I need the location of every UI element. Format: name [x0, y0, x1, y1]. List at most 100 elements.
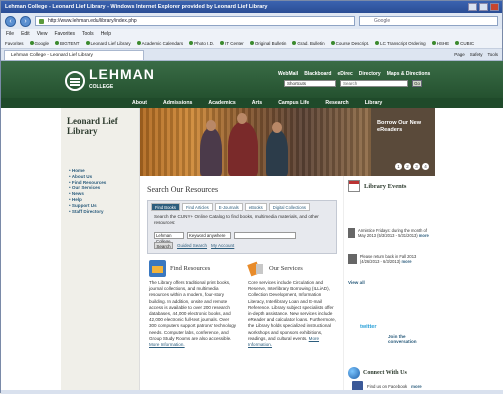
main-nav: About Admissions Academics Arts Campus L… [1, 98, 503, 108]
search-description: Search the CUNY+ Online Catalog to find … [154, 214, 319, 225]
fav-hshe[interactable]: HSHE [431, 40, 449, 46]
browser-tab[interactable]: Lehman College - Leonard Lief Library [4, 49, 144, 60]
tools-menu[interactable]: Tools [487, 52, 498, 57]
event-more-link[interactable]: more [419, 233, 429, 238]
fav-google[interactable]: Google [29, 40, 49, 46]
guided-search-link[interactable]: Guided Search [177, 242, 207, 249]
close-button[interactable] [490, 3, 499, 11]
favorites-bar: Favorites Google BIGTENT Leonard Lief Li… [1, 38, 502, 49]
slide-dot-1[interactable]: 1 [395, 163, 402, 170]
photo-head [206, 120, 216, 131]
tools-icon [248, 260, 265, 277]
catalog-search-input[interactable] [234, 232, 296, 239]
maximize-button[interactable] [479, 3, 488, 11]
site-search-input[interactable]: Search [340, 80, 408, 87]
url-field[interactable]: http://www.lehman.edu/library/index.php [35, 16, 355, 26]
fav-orig-bulletin[interactable]: Original Bulletin [249, 40, 286, 46]
favorites-button[interactable]: Favorites [5, 41, 24, 46]
event-item[interactable]: Please return back in Fall 2013 (4/26/20… [348, 254, 434, 264]
search-button[interactable]: Search [154, 242, 173, 249]
command-bar: Page Safety Tools [454, 52, 498, 57]
nav-academics[interactable]: Academics [208, 100, 235, 106]
site-search-button[interactable]: Go [412, 80, 422, 87]
shortcuts-select[interactable]: Shortcuts [284, 80, 336, 87]
tab-ejournals[interactable]: E-Journals [214, 203, 243, 211]
twitter-logo[interactable]: twitter [360, 324, 377, 330]
link-edirec[interactable]: eDirec [337, 71, 352, 77]
fav-transcript[interactable]: LC Transcript Ordering [375, 40, 426, 46]
fav-library[interactable]: Leonard Lief Library [85, 40, 131, 46]
fav-photo-id[interactable]: Photo I.D. [189, 40, 214, 46]
photo-person [228, 122, 258, 176]
link-webmail[interactable]: WebMail [278, 71, 298, 77]
sidebar-item-staff[interactable]: Staff Directory [69, 209, 106, 215]
link-blackboard[interactable]: Blackboard [304, 71, 331, 77]
menu-edit[interactable]: Edit [21, 31, 30, 37]
web-page: LEHMAN COLLEGE WebMail Blackboard eDirec… [1, 61, 503, 394]
window-controls [468, 3, 499, 11]
fav-cubic[interactable]: CUBIC [455, 40, 474, 46]
view-all-events-link[interactable]: View all [348, 280, 365, 285]
fav-course-descript[interactable]: Course Descript. [330, 40, 369, 46]
link-directory[interactable]: Directory [359, 71, 381, 77]
find-more-link[interactable]: More Information. [149, 342, 185, 347]
calendar-icon [348, 180, 360, 192]
event-thumbnail [348, 254, 357, 264]
bookmark-icon [249, 40, 254, 45]
search-box: Find Books Find Articles E-Journals eBoo… [147, 200, 337, 254]
nav-library[interactable]: Library [365, 100, 383, 106]
menu-file[interactable]: File [6, 31, 14, 37]
page-menu[interactable]: Page [454, 52, 465, 57]
bookmark-icon [455, 40, 460, 45]
right-column: Library Events Armistice Fridays: during… [343, 176, 435, 394]
lehman-logo[interactable]: LEHMAN COLLEGE [65, 67, 155, 94]
field-select[interactable]: Keyword anywhere [187, 232, 231, 239]
main-content: Search Our Resources Find Books Find Art… [140, 176, 343, 394]
menu-favorites[interactable]: Favorites [54, 31, 75, 37]
safety-menu[interactable]: Safety [470, 52, 483, 57]
minimize-button[interactable] [468, 3, 477, 11]
tab-find-books[interactable]: Find Books [151, 203, 180, 211]
join-conversation-link[interactable]: Join the conversation [388, 334, 435, 344]
top-links: WebMail Blackboard eDirec Directory Maps… [278, 71, 430, 77]
back-button[interactable]: ‹ [5, 15, 16, 27]
nav-arts[interactable]: Arts [252, 100, 262, 106]
bookmark-icon [136, 40, 141, 45]
browser-window: Lehman College - Leonard Lief Library - … [0, 0, 503, 394]
nav-about[interactable]: About [132, 100, 147, 106]
hero-banner[interactable]: Borrow Our New eReaders 1 2 3 4 [140, 108, 435, 176]
browser-search-input[interactable]: Google [359, 16, 498, 26]
site-header: LEHMAN COLLEGE WebMail Blackboard eDirec… [1, 61, 503, 98]
logo-icon [65, 71, 85, 91]
fav-calendars[interactable]: Academic Calendars [136, 40, 183, 46]
fav-grad-bulletin[interactable]: Grad. Bulletin [292, 40, 325, 46]
event-more-link[interactable]: more [401, 259, 411, 264]
nav-research[interactable]: Research [325, 100, 348, 106]
tab-ebooks[interactable]: eBooks [244, 203, 267, 211]
events-heading: Library Events [348, 180, 406, 192]
event-item[interactable]: Armistice Fridays: during the month of M… [348, 228, 434, 238]
menu-tools[interactable]: Tools [82, 31, 94, 37]
our-services-heading: Our Services [248, 260, 303, 277]
bookmark-icon [55, 40, 60, 45]
bookmark-icon [375, 40, 380, 45]
title-bar: Lehman College - Leonard Lief Library - … [1, 1, 502, 13]
slide-dot-4[interactable]: 4 [422, 163, 429, 170]
menu-help[interactable]: Help [101, 31, 111, 37]
nav-campus-life[interactable]: Campus Life [278, 100, 309, 106]
tab-find-articles[interactable]: Find Articles [181, 203, 213, 211]
search-footer: Search Guided Search My Account [154, 242, 234, 249]
slide-dot-2[interactable]: 2 [404, 163, 411, 170]
menu-view[interactable]: View [37, 31, 48, 37]
link-maps[interactable]: Maps & Directions [387, 71, 431, 77]
scope-select[interactable]: Lehman College [154, 232, 184, 244]
slide-dot-3[interactable]: 3 [413, 163, 420, 170]
bookmark-icon [431, 40, 436, 45]
nav-admissions[interactable]: Admissions [163, 100, 192, 106]
box-icon [149, 260, 166, 277]
fav-it-center[interactable]: IT Center [220, 40, 244, 46]
tab-digital-collections[interactable]: Digital Collections [268, 203, 311, 211]
fav-bigtent[interactable]: BIGTENT [55, 40, 80, 46]
my-account-link[interactable]: My Account [211, 242, 234, 249]
forward-button[interactable]: › [20, 15, 31, 27]
